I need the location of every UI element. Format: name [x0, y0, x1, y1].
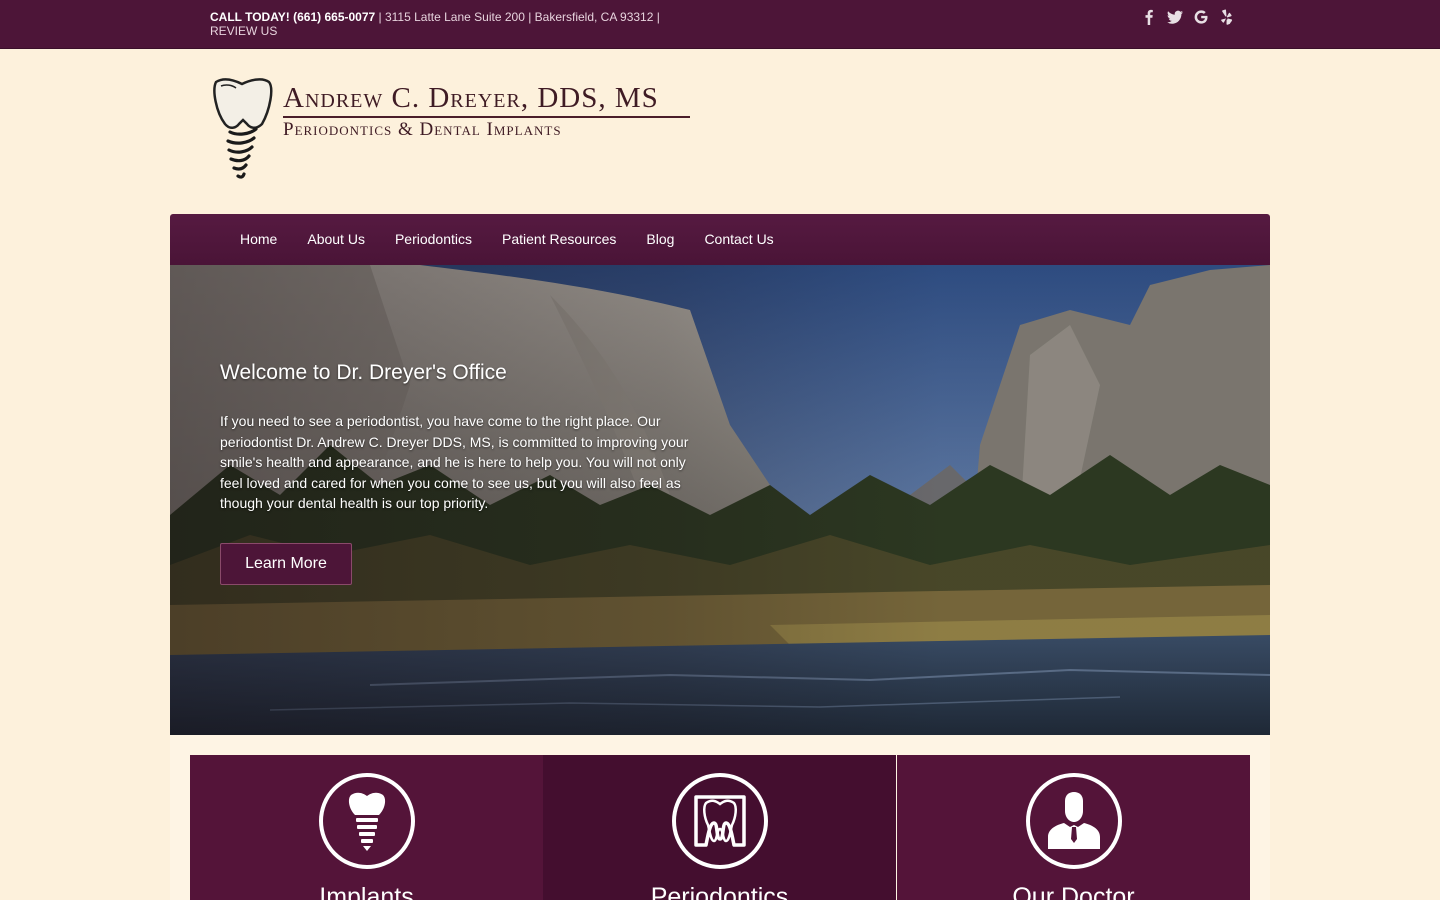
logo-divider [283, 116, 690, 118]
feature-icon-circle [671, 773, 768, 869]
feature-implants[interactable]: Implants [190, 755, 543, 900]
logo-name: Andrew C. Dreyer, DDS, MS [283, 82, 659, 114]
learn-more-button[interactable]: Learn More [220, 543, 352, 585]
feature-title-periodontics: Periodontics [650, 883, 789, 900]
feature-icon-circle [1025, 773, 1122, 869]
feature-our-doctor[interactable]: Our Doctor [897, 755, 1250, 900]
services-section: Implants Periodontics Our Doctor [170, 735, 1270, 900]
hero-title: Welcome to Dr. Dreyer's Office [220, 361, 507, 384]
google-icon[interactable] [1192, 8, 1210, 26]
implant-logo-icon [213, 78, 273, 179]
dental-implant-icon [348, 792, 385, 851]
yelp-icon[interactable] [1218, 8, 1236, 26]
nav-periodontics[interactable]: Periodontics [380, 214, 487, 265]
site-logo[interactable]: Andrew C. Dreyer, DDS, MS Periodontics &… [210, 76, 700, 188]
logo-tagline: Periodontics & Dental Implants [283, 119, 562, 140]
call-today-phone[interactable]: CALL TODAY! (661) 665-0077 [210, 10, 375, 24]
nav-home[interactable]: Home [225, 214, 292, 265]
address-text: | 3115 Latte Lane Suite 200 | Bakersfiel… [375, 10, 660, 24]
main-nav: Home About Us Periodontics Patient Resou… [170, 214, 1270, 265]
top-bar: CALL TODAY! (661) 665-0077 | 3115 Latte … [0, 0, 1440, 49]
twitter-icon[interactable] [1166, 8, 1184, 26]
nav-contact-us[interactable]: Contact Us [689, 214, 788, 265]
nav-about-us[interactable]: About Us [292, 214, 380, 265]
doctor-icon [1047, 792, 1100, 849]
contact-info: CALL TODAY! (661) 665-0077 | 3115 Latte … [210, 10, 680, 38]
nav-blog[interactable]: Blog [631, 214, 689, 265]
feature-icon-circle [318, 773, 415, 869]
nav-patient-resources[interactable]: Patient Resources [487, 214, 631, 265]
hero-banner: Welcome to Dr. Dreyer's Office If you ne… [170, 265, 1270, 735]
tooth-icon [693, 795, 746, 847]
review-us-link[interactable]: REVIEW US [210, 24, 277, 38]
feature-title-our-doctor: Our Doctor [1012, 883, 1135, 900]
feature-periodontics[interactable]: Periodontics [543, 755, 896, 900]
feature-title-implants: Implants [319, 883, 414, 900]
social-links [1140, 8, 1236, 26]
facebook-icon[interactable] [1140, 8, 1158, 26]
hero-description: If you need to see a periodontist, you h… [220, 413, 689, 511]
